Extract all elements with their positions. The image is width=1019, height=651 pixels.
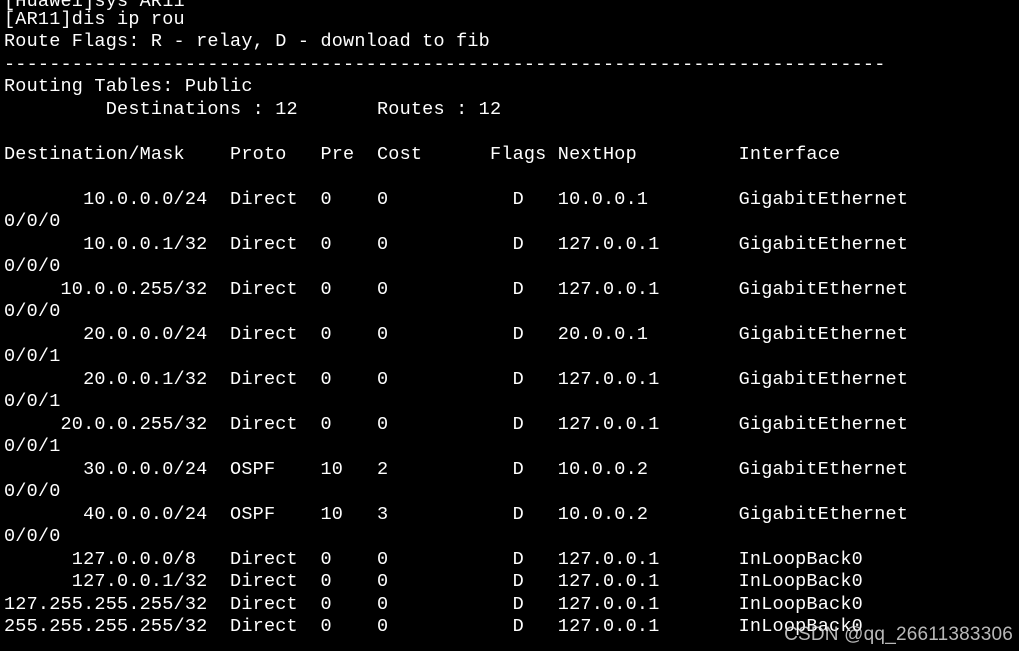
- route-row-wrap: 0/0/0: [4, 481, 61, 502]
- terminal-line: Route Flags: R - relay, D - download to …: [4, 31, 490, 52]
- route-row-wrap: 0/0/0: [4, 526, 61, 547]
- route-row: 30.0.0.0/24 OSPF 10 2 D 10.0.0.2 Gigabit…: [4, 459, 909, 480]
- terminal-separator: ----------------------------------------…: [4, 54, 886, 75]
- terminal-line: Routing Tables: Public: [4, 76, 253, 97]
- route-row: 20.0.0.0/24 Direct 0 0 D 20.0.0.1 Gigabi…: [4, 324, 909, 345]
- route-row-wrap: 0/0/0: [4, 256, 61, 277]
- route-row: 20.0.0.255/32 Direct 0 0 D 127.0.0.1 Gig…: [4, 414, 909, 435]
- route-row: 127.0.0.0/8 Direct 0 0 D 127.0.0.1 InLoo…: [4, 549, 863, 570]
- route-row: 10.0.0.0/24 Direct 0 0 D 10.0.0.1 Gigabi…: [4, 189, 909, 210]
- route-row: 20.0.0.1/32 Direct 0 0 D 127.0.0.1 Gigab…: [4, 369, 909, 390]
- csdn-watermark: CSDN @qq_26611383306: [784, 624, 1013, 645]
- route-row: 40.0.0.0/24 OSPF 10 3 D 10.0.0.2 Gigabit…: [4, 504, 909, 525]
- route-row-wrap: 0/0/1: [4, 436, 61, 457]
- terminal-window[interactable]: [Huawei]sys AR11 [AR11]dis ip rou Route …: [0, 0, 1019, 651]
- route-row-wrap: 0/0/1: [4, 391, 61, 412]
- route-row-wrap: 0/0/0: [4, 211, 61, 232]
- route-row-wrap: 0/0/0: [4, 301, 61, 322]
- route-row: 10.0.0.255/32 Direct 0 0 D 127.0.0.1 Gig…: [4, 279, 909, 300]
- route-row: 255.255.255.255/32 Direct 0 0 D 127.0.0.…: [4, 616, 863, 637]
- route-row-wrap: 0/0/1: [4, 346, 61, 367]
- terminal-line: Destinations : 12 Routes : 12: [4, 99, 502, 120]
- terminal-line: [AR11]dis ip rou: [4, 9, 185, 30]
- table-header: Destination/Mask Proto Pre Cost Flags Ne…: [4, 144, 841, 165]
- route-row: 127.255.255.255/32 Direct 0 0 D 127.0.0.…: [4, 594, 863, 615]
- route-row: 127.0.0.1/32 Direct 0 0 D 127.0.0.1 InLo…: [4, 571, 863, 592]
- route-row: 10.0.0.1/32 Direct 0 0 D 127.0.0.1 Gigab…: [4, 234, 909, 255]
